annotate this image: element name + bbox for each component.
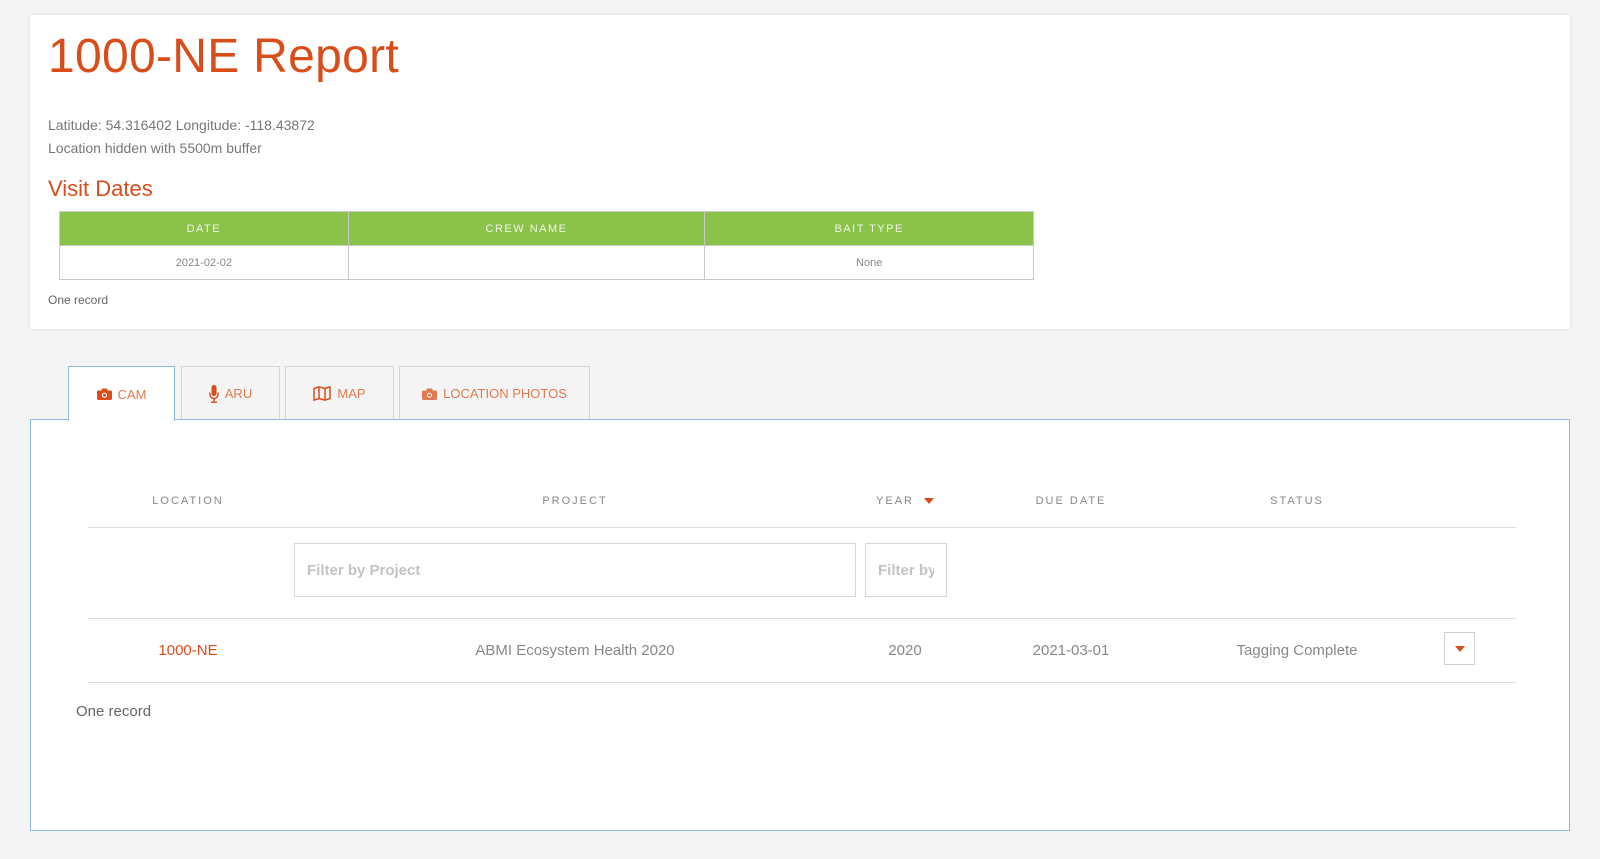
visit-col-bait: BAIT TYPE xyxy=(704,211,1034,246)
visit-crew-cell xyxy=(347,245,706,280)
camera-icon xyxy=(422,388,438,400)
microphone-icon xyxy=(208,384,219,403)
grid-record-count: One record xyxy=(76,703,152,720)
col-header-status[interactable]: STATUS xyxy=(1270,495,1324,507)
filter-divider xyxy=(88,618,1516,619)
buffer-note: Location hidden with 5500m buffer xyxy=(48,140,262,156)
filter-project-input[interactable] xyxy=(294,543,856,597)
tab-aru-label: ARU xyxy=(224,386,253,401)
visit-bait-cell: None xyxy=(704,245,1034,280)
table-row: 2021-02-02 None xyxy=(59,245,1034,280)
status-cell: Tagging Complete xyxy=(1236,642,1358,659)
tab-cam[interactable]: CAM xyxy=(68,366,175,421)
cam-tab-panel: LOCATION PROJECT YEAR DUE DATE STATUS 10… xyxy=(30,419,1570,831)
sort-descending-icon xyxy=(923,498,934,504)
visit-dates-title: Visit Dates xyxy=(48,176,153,201)
chevron-down-icon xyxy=(1454,645,1465,652)
row-actions-dropdown[interactable] xyxy=(1444,632,1475,665)
col-header-year[interactable]: YEAR xyxy=(876,495,934,507)
camera-icon xyxy=(96,388,112,400)
year-cell: 2020 xyxy=(888,642,922,659)
coordinates: Latitude: 54.316402 Longitude: -118.4387… xyxy=(48,117,315,133)
visit-col-crew: CREW NAME xyxy=(347,211,706,246)
col-header-project[interactable]: PROJECT xyxy=(542,495,607,507)
row-divider xyxy=(88,682,1516,683)
visit-date-cell: 2021-02-02 xyxy=(59,245,349,280)
tab-map[interactable]: MAP xyxy=(285,366,394,420)
tab-aru[interactable]: ARU xyxy=(181,366,280,420)
page-title: 1000-NE Report xyxy=(48,30,400,83)
filter-year-input[interactable] xyxy=(865,543,947,597)
latitude-label: Latitude: xyxy=(48,117,102,133)
longitude-value: -118.43872 xyxy=(244,117,315,133)
visit-dates-table: DATE CREW NAME BAIT TYPE 2021-02-02 None xyxy=(59,211,1034,280)
tab-location-photos[interactable]: LOCATION PHOTOS xyxy=(399,366,590,420)
latitude-value: 54.316402 xyxy=(105,117,172,133)
visit-dates-header-row: DATE CREW NAME BAIT TYPE xyxy=(59,211,1034,246)
col-header-project-label: PROJECT xyxy=(542,495,608,507)
tab-location-photos-label: LOCATION PHOTOS xyxy=(443,386,567,401)
visits-record-count: One record xyxy=(48,293,109,307)
visit-col-date: DATE xyxy=(59,211,349,246)
report-card: 1000-NE Report Latitude: 54.316402 Longi… xyxy=(30,15,1570,329)
header-divider xyxy=(88,527,1516,528)
map-icon xyxy=(313,386,332,401)
col-header-due-date-label: DUE DATE xyxy=(1035,495,1107,507)
col-header-location[interactable]: LOCATION xyxy=(152,495,223,507)
tab-cam-label: CAM xyxy=(117,386,147,402)
due-date-cell: 2021-03-01 xyxy=(1032,642,1110,659)
location-link[interactable]: 1000-NE xyxy=(158,642,217,659)
longitude-label: Longitude: xyxy=(175,117,242,133)
col-header-year-label: YEAR xyxy=(876,495,914,507)
tab-map-label: MAP xyxy=(337,386,366,401)
col-header-location-label: LOCATION xyxy=(152,495,224,507)
col-header-status-label: STATUS xyxy=(1270,495,1324,507)
col-header-due-date[interactable]: DUE DATE xyxy=(1036,495,1107,507)
project-cell: ABMI Ecosystem Health 2020 xyxy=(475,642,675,659)
